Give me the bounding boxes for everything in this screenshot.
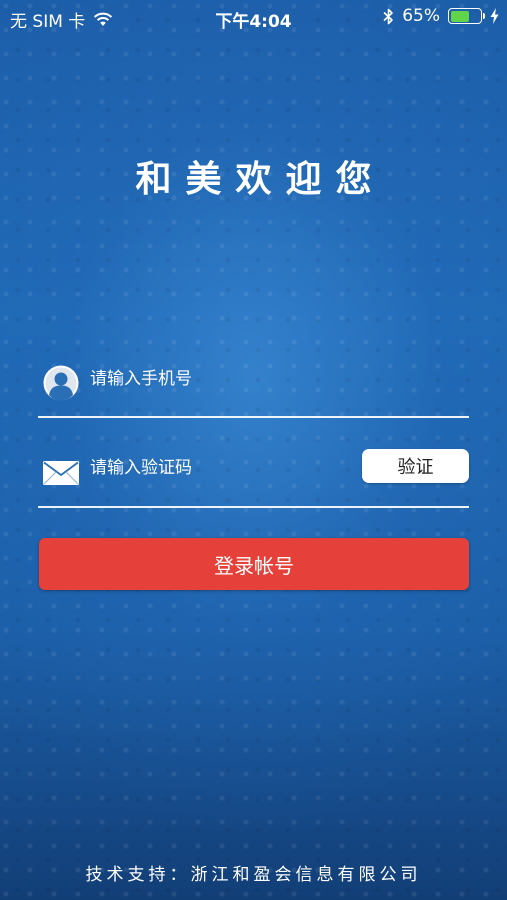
code-input[interactable] — [90, 455, 340, 481]
phone-input[interactable] — [90, 366, 350, 392]
charging-icon — [490, 8, 499, 24]
login-button[interactable]: 登录帐号 — [39, 538, 469, 590]
verify-button[interactable]: 验证 — [362, 449, 469, 483]
code-row: 验证 — [38, 445, 469, 508]
battery-percent: 65% — [402, 6, 440, 26]
battery-icon — [448, 8, 485, 24]
phone-row — [38, 356, 469, 418]
tech-support-text: 技术支持：浙江和盈会信息有限公司 — [85, 865, 422, 885]
status-right: 65% — [383, 6, 499, 26]
login-screen: 无 SIM 卡 下午4:04 65% 和美欢迎您 请输入手机号 请输入验证码 验… — [0, 0, 507, 900]
bluetooth-icon — [383, 8, 394, 25]
user-avatar-icon — [42, 364, 80, 406]
envelope-icon — [42, 460, 80, 490]
battery-fill — [450, 10, 470, 22]
status-bar: 无 SIM 卡 下午4:04 65% — [0, 0, 507, 34]
welcome-title: 和美欢迎您 — [135, 159, 386, 200]
